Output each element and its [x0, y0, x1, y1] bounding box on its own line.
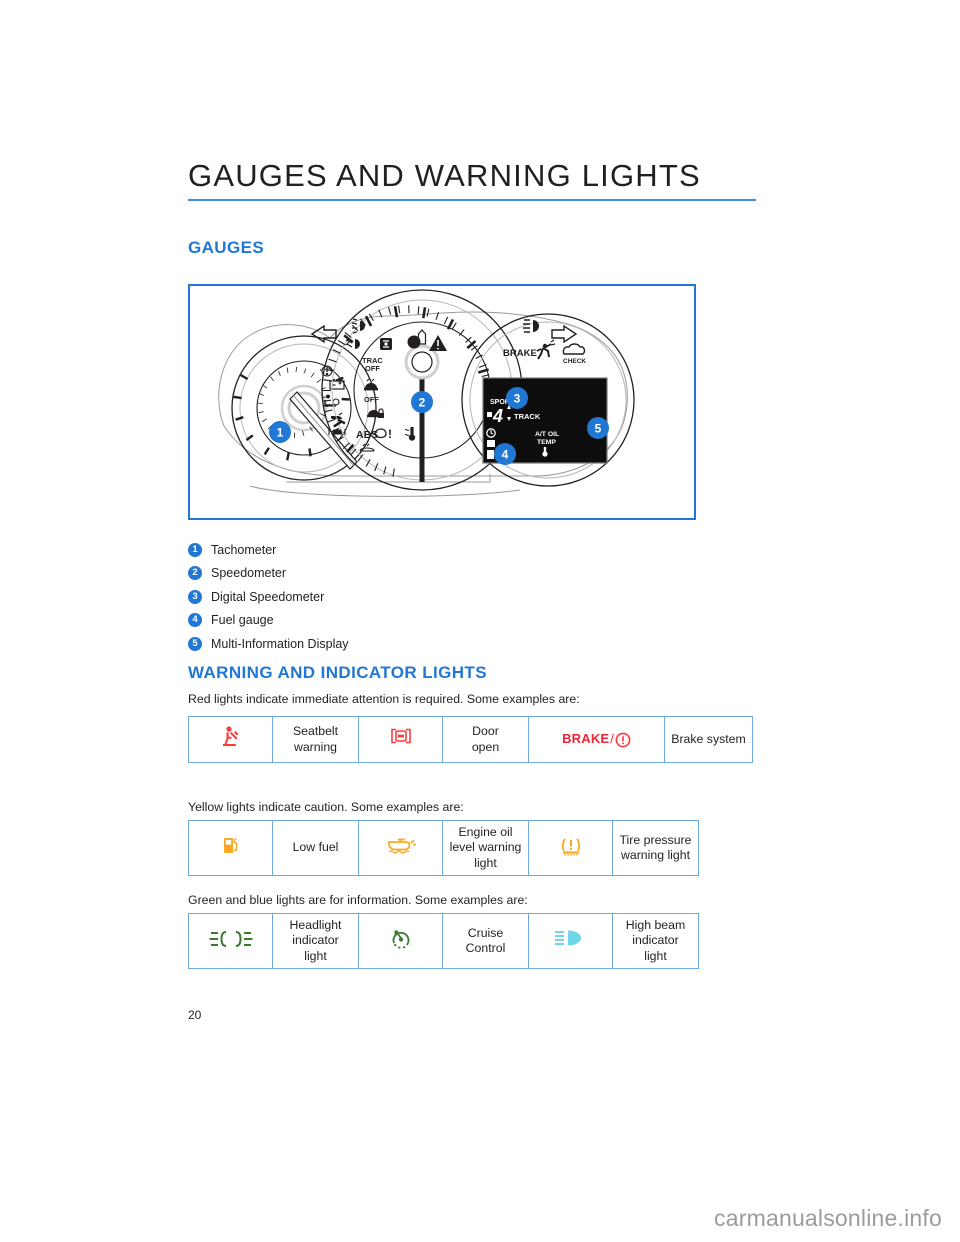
engine-oil-level-text: Engine oil level warning light [449, 825, 522, 870]
brake-system-label: Brake system [664, 716, 753, 763]
svg-text:5: 5 [595, 422, 602, 436]
door-open-cell [358, 716, 443, 763]
low-fuel-cell [188, 819, 273, 877]
high-beam-indicator-label: High beam indicator light [612, 912, 699, 970]
high-beam-indicator-icon [554, 928, 588, 950]
instrument-cluster-figure: ABS TRAC OFF OFF ! BRAKE CHECK SPORT 4 T… [188, 284, 696, 520]
headlight-indicator-icon [209, 928, 253, 950]
vdc-off-label: OFF [364, 395, 379, 404]
list-item: 2 Speedometer [188, 562, 608, 586]
trac-off-label-2: OFF [365, 364, 380, 373]
brake-system-text: Brake system [671, 731, 746, 746]
legend-badge-3: 3 [188, 589, 202, 604]
brake-word-label: BRAKE [562, 731, 610, 747]
gear-indicator: 4 [492, 406, 503, 426]
legend-badge-5: 5 [188, 636, 202, 651]
high-beam-indicator-cell [528, 912, 613, 970]
seatbelt-warning-label: Seatbelt warning [272, 716, 359, 763]
low-fuel-label: Low fuel [272, 819, 359, 877]
svg-text:1: 1 [277, 426, 284, 440]
yellow-lights-intro: Yellow lights indicate caution. Some exa… [188, 800, 464, 814]
legend-badge-2: 2 [188, 566, 202, 581]
svg-text:4: 4 [502, 448, 509, 462]
table-row: Seatbelt warning Door open BRAKE/ Brake … [188, 716, 753, 763]
callout-3: 3 [506, 387, 528, 409]
headlight-indicator-cell [188, 912, 273, 970]
low-fuel-icon [221, 834, 241, 858]
legend-label-4: Fuel gauge [211, 613, 274, 628]
legend-label-5: Multi-Information Display [211, 636, 349, 651]
callout-2: 2 [411, 391, 433, 413]
svg-text:CHECK: CHECK [563, 358, 586, 365]
cruise-control-text: Cruise Control [465, 925, 506, 956]
seatbelt-warning-icon [220, 725, 242, 749]
pedestrian-icon [536, 339, 556, 360]
high-beam-indicator-text: High beam indicator light [625, 918, 686, 963]
headlight-indicator-text: Headlight indicator light [289, 918, 342, 963]
tire-pressure-cell [528, 819, 613, 877]
engine-oil-level-icon [384, 834, 418, 858]
callout-1: 1 [269, 421, 291, 443]
table-row: Headlight indicator light Cruise Control [188, 912, 699, 970]
yellow-lights-table: Low fuel Engine oil level warning light … [188, 819, 699, 877]
brake-separator: / [610, 731, 614, 747]
legend-badge-1: 1 [188, 542, 202, 557]
green-blue-lights-intro: Green and blue lights are for informatio… [188, 893, 528, 907]
at-oil-label: A/T OIL [535, 431, 559, 438]
seatbelt-warning-text: Seatbelt warning [292, 724, 339, 754]
cluster-legend: 1 Tachometer 2 Speedometer 3 Digital Spe… [188, 538, 608, 656]
right-telltales: BRAKE CHECK [503, 339, 586, 365]
svg-text:2: 2 [419, 396, 426, 410]
callout-4: 4 [494, 443, 516, 465]
site-watermark: carmanualsonline.info [714, 1205, 942, 1231]
tire-pressure-icon [559, 834, 583, 858]
section-heading-warning-lights: WARNING AND INDICATOR LIGHTS [188, 663, 487, 682]
list-item: 4 Fuel gauge [188, 609, 608, 633]
legend-label-1: Tachometer [211, 542, 277, 557]
tire-pressure-text: Tire pressure warning light [619, 832, 692, 863]
low-fuel-text: Low fuel [292, 840, 339, 855]
manual-page: GAUGES AND WARNING LIGHTS GAUGES ABS TRA… [0, 0, 960, 1242]
headlight-indicator-label: Headlight indicator light [272, 912, 359, 970]
brake-label: BRAKE [503, 348, 537, 359]
speedometer-telltales: TRAC OFF OFF ! [362, 335, 447, 441]
tire-pressure-label: Tire pressure warning light [612, 819, 699, 877]
seatbelt-warning-cell [188, 716, 273, 763]
callout-5: 5 [587, 417, 609, 439]
door-open-icon [387, 726, 415, 748]
engine-oil-level-cell [358, 819, 443, 877]
legend-label-3: Digital Speedometer [211, 589, 325, 604]
page-title: GAUGES AND WARNING LIGHTS [188, 158, 701, 193]
door-open-label: Door open [442, 716, 529, 763]
page-number: 20 [188, 1008, 202, 1022]
track-label: TRACK [514, 412, 541, 421]
green-blue-lights-table: Headlight indicator light Cruise Control [188, 912, 699, 970]
list-item: 1 Tachometer [188, 538, 608, 562]
header-rule [188, 199, 756, 201]
red-lights-intro: Red lights indicate immediate attention … [188, 692, 580, 706]
list-item: 5 Multi-Information Display [188, 632, 608, 656]
cruise-control-icon [389, 927, 413, 951]
cruise-control-cell [358, 912, 443, 970]
section-heading-gauges: GAUGES [188, 238, 265, 257]
legend-label-2: Speedometer [211, 566, 287, 581]
brake-system-cell: BRAKE/ [528, 716, 665, 763]
door-open-text: Door open [471, 724, 500, 754]
red-lights-table: Seatbelt warning Door open BRAKE/ Brake … [188, 716, 753, 763]
svg-text:!: ! [388, 427, 392, 441]
tachometer-dial [231, 335, 377, 481]
legend-badge-4: 4 [188, 613, 202, 628]
check-engine-icon: CHECK [562, 343, 586, 365]
svg-text:3: 3 [514, 392, 521, 406]
at-oil-label-2: TEMP [537, 439, 556, 446]
table-row: Low fuel Engine oil level warning light … [188, 819, 699, 877]
list-item: 3 Digital Speedometer [188, 585, 608, 609]
cruise-control-label: Cruise Control [442, 912, 529, 970]
engine-oil-level-label: Engine oil level warning light [442, 819, 529, 877]
cluster-drawing: ABS TRAC OFF OFF ! BRAKE CHECK SPORT 4 T… [218, 289, 635, 497]
brake-system-icon [615, 732, 631, 748]
